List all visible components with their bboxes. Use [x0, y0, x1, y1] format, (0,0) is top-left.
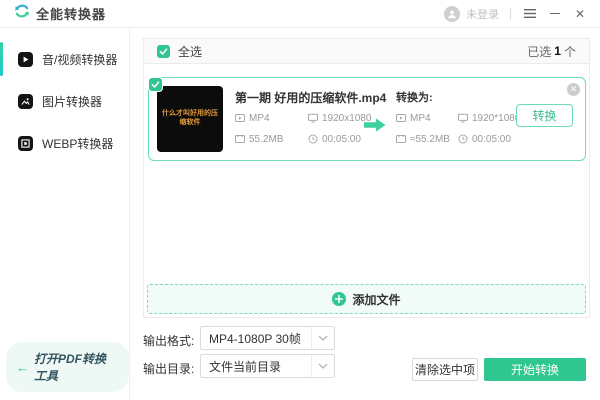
source-details: MP4 55.2MB 1920x1080 00:05:00: [235, 111, 372, 146]
file-card: 什么才叫好用的压缩软件 第一期 好用的压缩软件.mp4 MP4 55.2MB 1…: [148, 77, 586, 161]
main-area: 全选 已选 1 个 什么才叫好用的压缩软件 第一期 好用的压缩软件.mp4 MP4: [130, 28, 600, 400]
user-login-area[interactable]: 未登录: [444, 5, 499, 22]
minimize-icon: [550, 12, 560, 15]
brand: 全能转换器: [0, 3, 106, 24]
resolution-icon: [308, 113, 318, 123]
file-name: 第一期 好用的压缩软件.mp4: [235, 91, 387, 105]
output-format-select[interactable]: MP4-1080P 30帧: [200, 326, 335, 350]
sidebar-item-label: WEBP转换器: [42, 136, 114, 151]
target-duration: 00:05:00: [458, 132, 520, 146]
titlebar: 全能转换器 未登录 ✕: [0, 0, 600, 28]
sidebar-item-image-converter[interactable]: 图片转换器: [0, 80, 129, 122]
convert-to-label: 转换为:: [396, 92, 433, 104]
convert-arrow-icon: [364, 118, 386, 137]
output-dir-value: 文件当前目录: [209, 359, 282, 374]
close-button[interactable]: ✕: [572, 6, 588, 22]
file-thumbnail: 什么才叫好用的压缩软件: [157, 86, 223, 152]
chevron-down-icon: [311, 327, 334, 349]
output-format-label: 输出格式:: [143, 334, 195, 348]
sidebar: 音/视频转换器 图片转换器 WEBP转换器 ← 打开PDF转换工具: [0, 28, 130, 400]
app-logo-icon: [14, 3, 30, 24]
source-resolution: 1920x1080: [308, 111, 372, 125]
login-status: 未登录: [466, 8, 499, 21]
thumbnail-text: 什么才叫好用的压缩软件: [162, 110, 218, 126]
output-dir-select[interactable]: 文件当前目录: [200, 354, 335, 378]
sidebar-item-audio-video-converter[interactable]: 音/视频转换器: [0, 38, 129, 80]
avatar-icon: [444, 5, 460, 22]
output-dir-label: 输出目录:: [143, 362, 195, 376]
source-format: MP4: [235, 111, 308, 125]
open-pdf-tool-button[interactable]: ← 打开PDF转换工具: [6, 342, 129, 392]
sidebar-item-webp-converter[interactable]: WEBP转换器: [0, 122, 129, 164]
size-icon: [396, 135, 406, 143]
size-icon: [235, 135, 245, 143]
sidebar-item-label: 音/视频转换器: [42, 52, 118, 67]
convert-button[interactable]: 转换: [516, 104, 573, 127]
file-list-panel: 全选 已选 1 个 什么才叫好用的压缩软件 第一期 好用的压缩软件.mp4 MP4: [143, 38, 590, 318]
start-convert-button[interactable]: 开始转换: [484, 358, 586, 381]
duration-icon: [458, 134, 468, 144]
select-all-label: 全选: [178, 44, 203, 59]
target-details: MP4 ≈55.2MB 1920*1080 00:05:00: [396, 111, 520, 146]
app-window: 全能转换器 未登录 ✕ 音/视频转换器 图片转换器 WEBP转换器 ← 打开PD…: [0, 0, 600, 400]
chevron-down-icon: [311, 355, 334, 377]
selected-count: 已选 1 个: [527, 44, 576, 59]
sidebar-item-label: 图片转换器: [42, 94, 103, 109]
image-converter-icon: [18, 93, 33, 109]
webp-converter-icon: [18, 135, 33, 151]
close-icon: ✕: [574, 6, 586, 21]
video-converter-icon: [18, 51, 33, 67]
minimize-button[interactable]: [547, 6, 563, 22]
duration-icon: [308, 134, 318, 144]
file-checkbox[interactable]: [148, 77, 163, 92]
titlebar-divider: [510, 7, 511, 20]
clear-selected-button[interactable]: 清除选中项: [412, 358, 478, 381]
add-files-label: 添加文件: [352, 292, 401, 307]
target-resolution: 1920*1080: [458, 111, 520, 125]
add-files-button[interactable]: 添加文件: [147, 284, 586, 314]
open-pdf-tool-label: 打开PDF转换工具: [34, 352, 107, 383]
select-all-checkbox[interactable]: [157, 44, 170, 58]
app-title: 全能转换器: [36, 7, 107, 22]
hamburger-icon: [524, 9, 536, 18]
format-icon: [235, 114, 245, 122]
source-size: 55.2MB: [235, 132, 308, 146]
output-format-value: MP4-1080P 30帧: [209, 331, 301, 346]
list-header: 全选 已选 1 个: [144, 39, 589, 64]
resolution-icon: [458, 113, 468, 123]
plus-icon: [332, 292, 347, 306]
remove-file-button[interactable]: ✕: [567, 83, 580, 96]
target-size: ≈55.2MB: [396, 132, 458, 146]
arrow-left-icon: ←: [16, 359, 29, 375]
menu-button[interactable]: [522, 6, 538, 22]
target-format: MP4: [396, 111, 458, 125]
source-duration: 00:05:00: [308, 132, 372, 146]
format-icon: [396, 114, 406, 122]
